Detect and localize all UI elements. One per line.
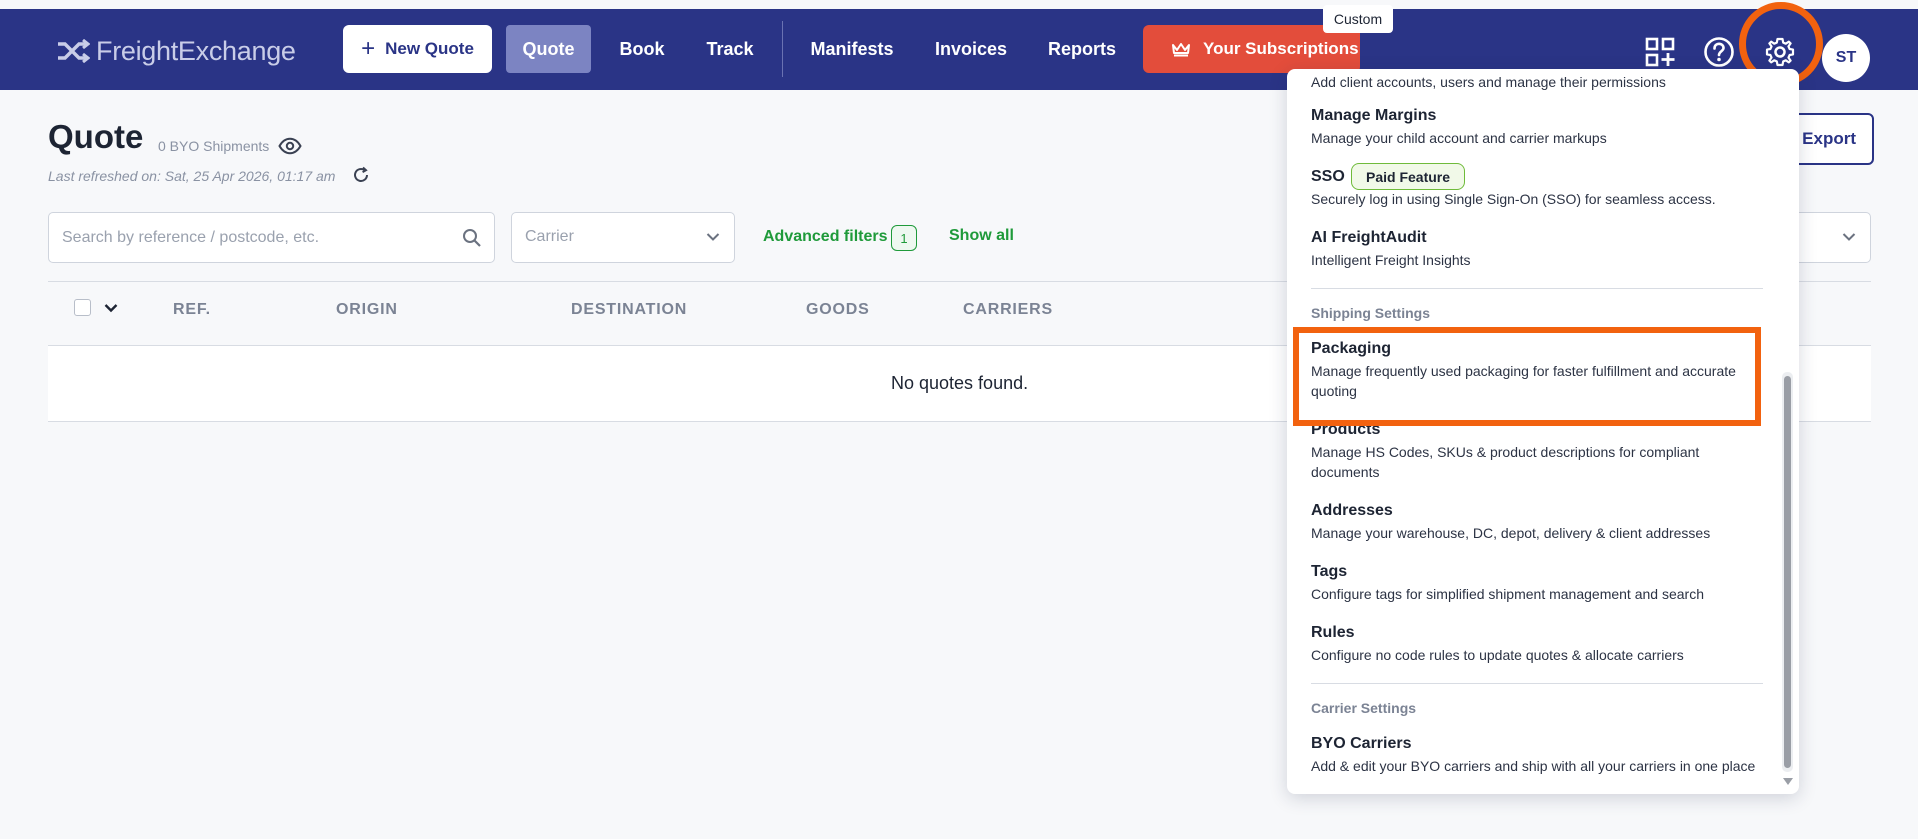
search-icon — [463, 229, 481, 247]
menu-item-desc: documents — [1311, 464, 1380, 480]
carrier-placeholder: Carrier — [525, 228, 574, 245]
menu-item-users-partial[interactable]: Add client accounts, users and manage th… — [1311, 69, 1666, 92]
menu-divider — [1311, 288, 1763, 289]
packaging-highlight-box — [1293, 327, 1761, 426]
app-logo[interactable]: FreightExchange — [56, 33, 296, 69]
section-label-shipping-settings: Shipping Settings — [1311, 305, 1430, 321]
column-header-ref[interactable]: REF. — [173, 301, 211, 319]
chevron-down-icon[interactable] — [104, 303, 118, 313]
menu-item-ai-freightaudit[interactable]: AI FreightAudit Intelligent Freight Insi… — [1311, 229, 1471, 270]
apps-add-icon — [1645, 37, 1675, 67]
menu-item-title: AI FreightAudit — [1311, 229, 1427, 246]
byo-shipments-count: 0 BYO Shipments — [158, 138, 270, 154]
nav-tab-label: Quote — [522, 38, 575, 59]
nav-tab-manifests[interactable]: Manifests — [800, 25, 904, 73]
page-title: Quote — [48, 118, 144, 155]
last-refreshed-text: Last refreshed on: Sat, 25 Apr 2026, 01:… — [48, 168, 336, 184]
menu-item-rules[interactable]: Rules Configure no code rules to update … — [1311, 624, 1684, 665]
menu-item-title: Tags — [1311, 563, 1348, 580]
plus-icon: + — [361, 35, 376, 62]
help-icon — [1704, 37, 1734, 67]
custom-plan-badge: Custom — [1323, 5, 1393, 33]
advanced-filters-count-badge: 1 — [891, 225, 917, 251]
column-header-origin[interactable]: ORIGIN — [336, 301, 398, 319]
nav-tab-track[interactable]: Track — [694, 25, 766, 73]
menu-item-title: Addresses — [1311, 502, 1393, 519]
shuffle-logo-icon — [58, 39, 90, 63]
menu-item-manage-margins[interactable]: Manage Margins Manage your child account… — [1311, 107, 1607, 148]
logo-text: FreightExchange — [96, 35, 296, 66]
scroll-down-arrow-icon[interactable] — [1783, 778, 1793, 785]
nav-tab-book[interactable]: Book — [608, 25, 676, 73]
apps-add-button[interactable] — [1643, 35, 1677, 69]
nav-divider — [782, 21, 783, 77]
user-avatar[interactable]: ST — [1822, 34, 1870, 82]
menu-item-desc: Add & edit your BYO carriers and ship wi… — [1311, 758, 1756, 774]
select-all-checkbox[interactable] — [74, 299, 91, 316]
avatar-initials: ST — [1835, 49, 1857, 66]
menu-item-desc: Configure tags for simplified shipment m… — [1311, 586, 1704, 602]
search-field[interactable] — [48, 212, 495, 263]
export-label: Export — [1802, 129, 1856, 148]
menu-item-title: Manage Margins — [1311, 107, 1437, 124]
menu-item-desc: Configure no code rules to update quotes… — [1311, 647, 1684, 663]
nav-tab-reports[interactable]: Reports — [1040, 25, 1124, 73]
nav-tab-label: Track — [706, 38, 754, 59]
nav-tab-label: Book — [619, 38, 665, 59]
advanced-filters-link[interactable]: Advanced filters — [763, 228, 887, 246]
section-label-carrier-settings: Carrier Settings — [1311, 700, 1417, 716]
refresh-icon[interactable] — [352, 166, 370, 189]
nav-tab-label: Reports — [1047, 38, 1116, 59]
new-quote-button[interactable]: + New Quote — [343, 25, 492, 73]
menu-item-desc: Add client accounts, users and manage th… — [1311, 74, 1666, 90]
empty-state-message: No quotes found. — [891, 373, 1029, 393]
paid-feature-badge: Paid Feature — [1351, 163, 1465, 190]
help-button[interactable] — [1702, 35, 1736, 69]
eye-icon[interactable] — [278, 137, 302, 160]
menu-item-desc: Intelligent Freight Insights — [1311, 252, 1471, 268]
menu-divider — [1311, 683, 1763, 684]
menu-item-products[interactable]: Products Manage HS Codes, SKUs & product… — [1311, 421, 1699, 482]
menu-scrollbar-thumb[interactable] — [1784, 376, 1791, 768]
column-header-carriers[interactable]: CARRIERS — [963, 301, 1053, 319]
settings-dropdown-menu: Add client accounts, users and manage th… — [1287, 69, 1799, 794]
menu-item-desc: Securely log in using Single Sign-On (SS… — [1311, 191, 1716, 207]
menu-item-byo-carriers[interactable]: BYO Carriers Add & edit your BYO carrier… — [1311, 735, 1755, 776]
menu-item-addresses[interactable]: Addresses Manage your warehouse, DC, dep… — [1311, 502, 1710, 543]
column-header-destination[interactable]: DESTINATION — [571, 301, 687, 319]
menu-item-title: BYO Carriers — [1311, 735, 1412, 752]
menu-item-title: Rules — [1311, 624, 1355, 641]
column-header-goods[interactable]: GOODS — [806, 301, 870, 319]
menu-item-desc: Manage your child account and carrier ma… — [1311, 130, 1607, 146]
menu-item-desc: Manage HS Codes, SKUs & product descript… — [1311, 444, 1700, 460]
new-quote-label: New Quote — [385, 39, 474, 58]
crown-icon — [1172, 43, 1190, 57]
search-input[interactable] — [62, 213, 442, 262]
carrier-dropdown[interactable]: Carrier — [511, 212, 735, 263]
chevron-down-icon — [1842, 233, 1856, 241]
subscriptions-label: Your Subscriptions — [1203, 39, 1359, 58]
chevron-down-icon — [706, 233, 720, 241]
nav-tab-label: Manifests — [810, 38, 894, 59]
show-all-link[interactable]: Show all — [949, 227, 1014, 245]
menu-item-tags[interactable]: Tags Configure tags for simplified shipm… — [1311, 563, 1704, 604]
nav-tab-invoices[interactable]: Invoices — [924, 25, 1018, 73]
nav-tab-quote[interactable]: Quote — [506, 25, 591, 73]
menu-item-desc: Manage your warehouse, DC, depot, delive… — [1311, 525, 1711, 541]
nav-tab-label: Invoices — [934, 38, 1008, 59]
